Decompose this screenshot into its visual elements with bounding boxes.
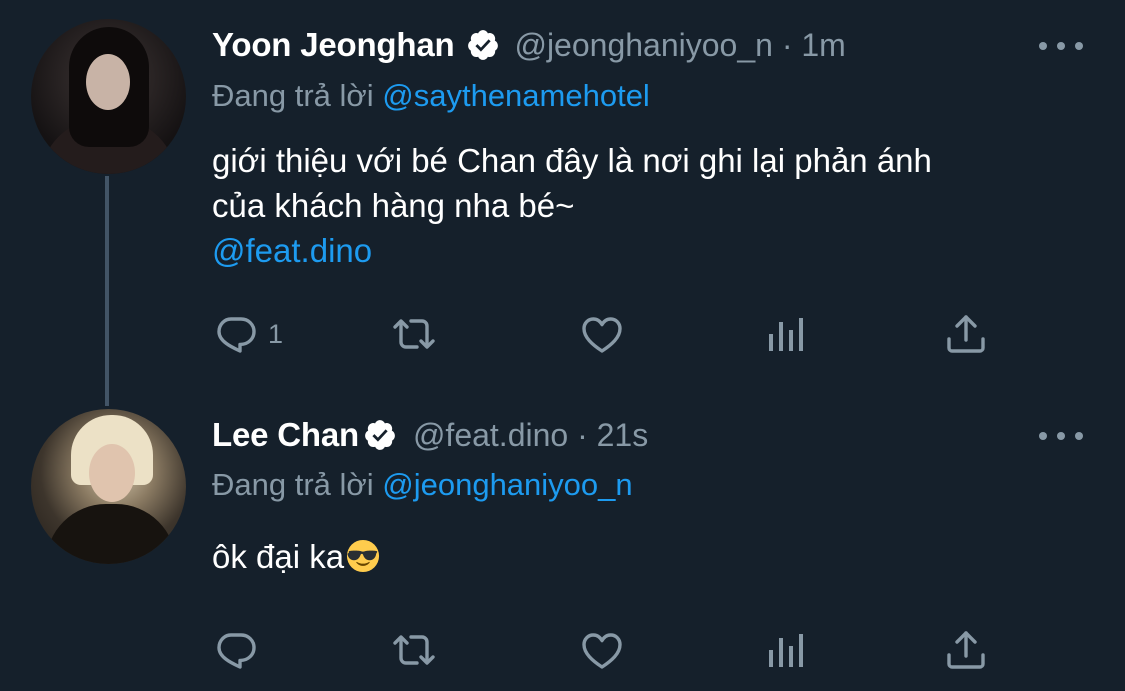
handle-and-time: @jeonghaniyoo_n · 1m bbox=[514, 27, 845, 64]
share-button[interactable] bbox=[942, 625, 990, 675]
replying-to: Đang trả lời @saythenamehotel bbox=[212, 78, 650, 114]
more-options-icon[interactable] bbox=[1039, 426, 1083, 446]
share-icon bbox=[947, 631, 985, 669]
verified-badge-icon bbox=[468, 30, 499, 60]
timestamp[interactable]: 21s bbox=[597, 417, 649, 453]
tweet-actions: 1 bbox=[212, 309, 1002, 359]
retweet-icon bbox=[393, 319, 435, 349]
replying-to-mention-link[interactable]: @saythenamehotel bbox=[382, 78, 650, 113]
retweet-button[interactable] bbox=[390, 309, 438, 359]
avatar[interactable] bbox=[31, 409, 186, 564]
timestamp[interactable]: 1m bbox=[801, 27, 845, 63]
tweet-thread: Yoon Jeonghan @jeonghaniyoo_n · 1m Đang … bbox=[0, 0, 1125, 691]
analytics-button[interactable] bbox=[762, 309, 810, 359]
tweet[interactable]: Lee Chan @feat.dino · 21s Đang trả lời @… bbox=[0, 400, 1125, 691]
replying-to-label: Đang trả lời bbox=[212, 78, 374, 113]
display-name[interactable]: Yoon Jeonghan bbox=[212, 26, 455, 64]
replying-to: Đang trả lời @jeonghaniyoo_n bbox=[212, 467, 633, 503]
analytics-icon bbox=[769, 318, 803, 351]
tweet-text-line: của khách hàng nha bé~ bbox=[212, 187, 575, 224]
reply-count: 1 bbox=[268, 318, 284, 349]
retweet-icon bbox=[393, 635, 435, 665]
reply-button[interactable]: 1 bbox=[212, 309, 283, 359]
reply-icon bbox=[217, 317, 256, 353]
separator-dot: · bbox=[568, 416, 597, 453]
mention-link[interactable]: @feat.dino bbox=[212, 228, 1092, 273]
heart-icon bbox=[582, 317, 622, 353]
like-button[interactable] bbox=[578, 309, 626, 359]
more-options-icon[interactable] bbox=[1039, 36, 1083, 56]
replying-to-label: Đang trả lời bbox=[212, 467, 374, 502]
user-handle[interactable]: @jeonghaniyoo_n bbox=[514, 27, 772, 63]
tweet-actions bbox=[212, 625, 1002, 675]
replying-to-mention-link[interactable]: @jeonghaniyoo_n bbox=[382, 467, 632, 502]
reply-button[interactable] bbox=[212, 625, 260, 675]
analytics-icon bbox=[769, 634, 803, 667]
avatar[interactable] bbox=[31, 19, 186, 174]
tweet-header: Lee Chan @feat.dino · 21s bbox=[212, 416, 648, 454]
tweet-text-line: ôk đại ka bbox=[212, 538, 345, 575]
tweet-text: giới thiệu với bé Chan đây là nơi ghi lạ… bbox=[212, 138, 1092, 273]
tweet-text: ôk đại ka bbox=[212, 534, 380, 579]
retweet-button[interactable] bbox=[390, 625, 438, 675]
analytics-button[interactable] bbox=[762, 625, 810, 675]
separator-dot: · bbox=[772, 26, 802, 63]
user-handle[interactable]: @feat.dino bbox=[413, 417, 568, 453]
handle-and-time: @feat.dino · 21s bbox=[413, 417, 648, 454]
display-name[interactable]: Lee Chan bbox=[212, 416, 359, 454]
tweet[interactable]: Yoon Jeonghan @jeonghaniyoo_n · 1m Đang … bbox=[0, 0, 1125, 400]
tweet-text-line: giới thiệu với bé Chan đây là nơi ghi lạ… bbox=[212, 142, 932, 179]
reply-icon bbox=[217, 633, 256, 669]
tweet-header: Yoon Jeonghan @jeonghaniyoo_n · 1m bbox=[212, 26, 846, 64]
sunglasses-emoji-icon bbox=[347, 539, 380, 573]
verified-badge-icon bbox=[365, 420, 395, 450]
share-icon bbox=[947, 315, 985, 353]
heart-icon bbox=[582, 633, 622, 669]
share-button[interactable] bbox=[942, 309, 990, 359]
like-button[interactable] bbox=[578, 625, 626, 675]
